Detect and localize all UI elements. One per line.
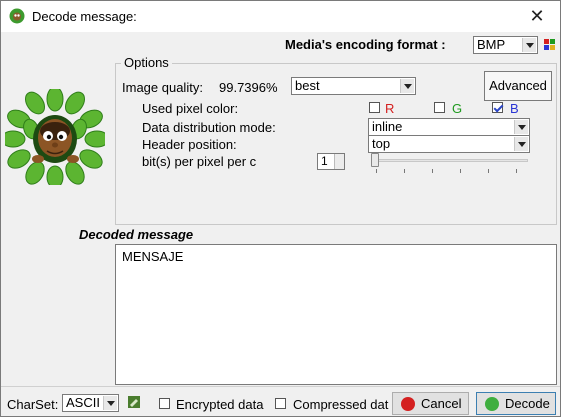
cancel-button-label: Cancel [421, 396, 462, 411]
slider-tick [376, 169, 377, 173]
mascot-logo [5, 89, 105, 185]
encoding-format-label: Media's encoding format : [285, 37, 446, 52]
checkbox-blue[interactable] [492, 102, 503, 113]
image-quality-value: 99.7396% [219, 80, 278, 95]
checkmark-icon [485, 397, 499, 411]
edit-icon[interactable] [127, 395, 141, 409]
options-group-title: Options [121, 55, 172, 70]
decode-message-dialog: Decode message: ✕ Media's encoding forma… [0, 0, 561, 417]
quality-select-value: best [295, 78, 320, 93]
header-position-label: Header position: [142, 137, 237, 152]
compressed-checkbox[interactable] [275, 398, 286, 409]
encoding-format-select[interactable]: BMP [473, 36, 538, 54]
encrypted-checkbox[interactable] [159, 398, 170, 409]
encrypted-label: Encrypted data [176, 397, 264, 412]
charset-label: CharSet: [7, 397, 59, 412]
decode-button[interactable]: Decode [476, 392, 556, 415]
checkbox-red[interactable] [369, 102, 380, 113]
slider-tick [516, 169, 517, 173]
encoding-format-value: BMP [477, 37, 506, 52]
decoded-message-label: Decoded message [79, 227, 194, 242]
cancel-button[interactable]: Cancel [392, 392, 469, 415]
bits-per-pixel-spinner[interactable]: 1 [317, 153, 345, 170]
footer-separator [1, 386, 560, 387]
bits-slider-thumb[interactable] [371, 153, 379, 167]
quality-select[interactable]: best [291, 77, 416, 95]
chevron-down-icon [103, 396, 117, 410]
chevron-down-icon [514, 137, 528, 151]
checkbox-blue-label: B [510, 101, 519, 116]
slider-tick [488, 169, 489, 173]
pixel-color-label: Used pixel color: [142, 101, 239, 116]
window-title: Decode message: [32, 9, 137, 24]
title-bar: Decode message: ✕ [1, 1, 560, 32]
checkbox-green[interactable] [434, 102, 445, 113]
charset-value: ASCII [66, 395, 100, 410]
cancel-icon [401, 397, 415, 411]
image-quality-label: Image quality: [122, 80, 203, 95]
header-position-value: top [372, 136, 391, 151]
distribution-mode-label: Data distribution mode: [142, 120, 276, 135]
header-position-select[interactable]: top [368, 135, 530, 153]
compressed-label: Compressed dat [293, 397, 389, 412]
distribution-mode-select[interactable]: inline [368, 118, 530, 136]
slider-tick [460, 169, 461, 173]
bits-per-pixel-value: 1 [321, 154, 328, 168]
bits-slider-track[interactable] [376, 159, 528, 162]
distribution-mode-value: inline [372, 119, 403, 134]
slider-tick [432, 169, 433, 173]
chevron-down-icon [514, 120, 528, 134]
decode-button-label: Decode [505, 396, 550, 411]
decoded-message-textarea[interactable]: MENSAJE [115, 244, 557, 385]
chevron-down-icon [522, 38, 536, 52]
app-icon [9, 8, 25, 24]
slider-tick [404, 169, 405, 173]
palette-icon[interactable] [543, 38, 557, 52]
close-button[interactable]: ✕ [514, 1, 560, 32]
advanced-button[interactable]: Advanced [484, 71, 552, 101]
chevron-down-icon [400, 79, 414, 93]
spinner-arrows-icon[interactable] [334, 154, 344, 169]
checkbox-red-label: R [385, 101, 395, 116]
checkbox-green-label: G [452, 101, 463, 116]
charset-select[interactable]: ASCII [62, 394, 119, 412]
bits-per-pixel-label: bit(s) per pixel per c [142, 154, 257, 169]
